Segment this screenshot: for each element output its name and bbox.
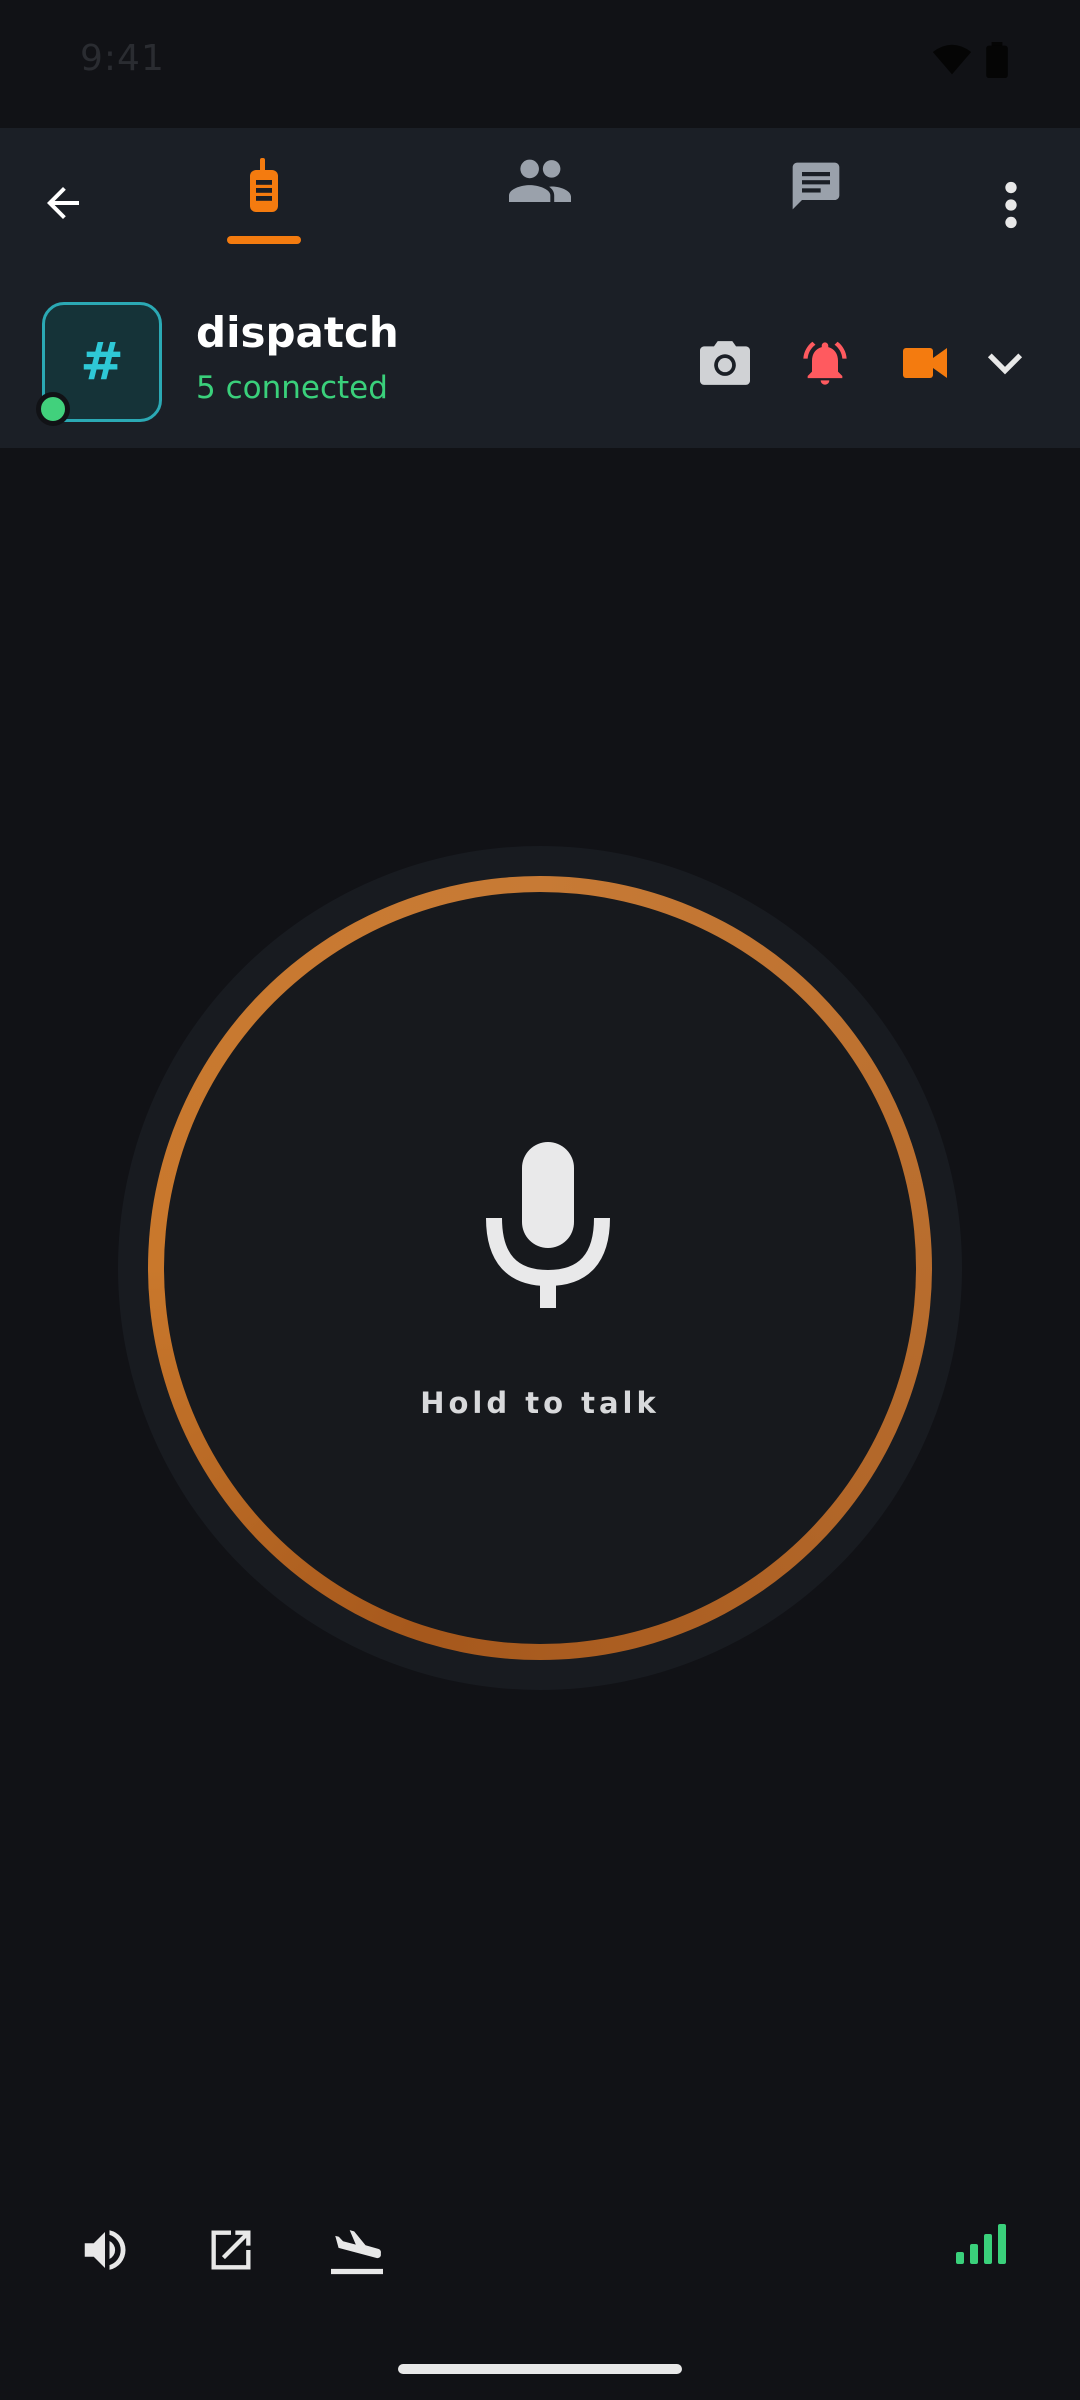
channel-header: # dispatch 5 connected <box>0 278 1080 448</box>
connected-count: 5 connected <box>196 370 388 406</box>
camera-button[interactable] <box>690 328 760 398</box>
signal-strength-icon <box>956 2224 1008 2268</box>
alarm-bell-icon <box>803 341 847 385</box>
arrow-back-icon <box>47 187 79 219</box>
channel-hash-icon: # <box>80 332 124 392</box>
tab-active-indicator <box>227 236 301 244</box>
status-icons <box>932 42 1008 78</box>
people-icon <box>509 159 571 202</box>
channel-name: dispatch <box>196 308 399 357</box>
camera-icon <box>700 341 750 385</box>
status-time: 9:41 <box>80 38 165 79</box>
speaker-button[interactable] <box>70 2215 140 2285</box>
tab-members[interactable] <box>480 148 600 258</box>
chat-icon <box>792 162 840 210</box>
ptt-inner: Hold to talk <box>164 892 916 1644</box>
microphone-icon <box>486 1142 610 1308</box>
home-indicator[interactable] <box>398 2364 682 2374</box>
walkie-talkie-icon <box>250 158 278 212</box>
battery-icon <box>986 42 1008 78</box>
alert-button[interactable] <box>790 328 860 398</box>
wifi-icon <box>932 44 972 75</box>
ptt-label: Hold to talk <box>420 1386 660 1420</box>
popout-icon <box>211 2230 251 2270</box>
airplane-icon <box>331 2230 383 2275</box>
popout-button[interactable] <box>196 2215 266 2285</box>
tab-chat[interactable] <box>756 148 876 258</box>
back-button[interactable] <box>30 170 96 236</box>
chevron-down-icon <box>987 353 1023 375</box>
airplane-mode-button[interactable] <box>322 2215 392 2285</box>
more-vertical-icon <box>1005 181 1017 229</box>
status-bar: 9:41 <box>0 0 1080 128</box>
online-status-dot <box>36 392 70 426</box>
top-tab-bar <box>0 128 1080 278</box>
overflow-menu-button[interactable] <box>986 170 1036 240</box>
video-button[interactable] <box>890 328 960 398</box>
push-to-talk-button[interactable]: Hold to talk <box>148 876 932 1660</box>
speaker-icon <box>84 2230 126 2270</box>
expand-button[interactable] <box>970 328 1040 398</box>
video-camera-icon <box>903 348 947 378</box>
